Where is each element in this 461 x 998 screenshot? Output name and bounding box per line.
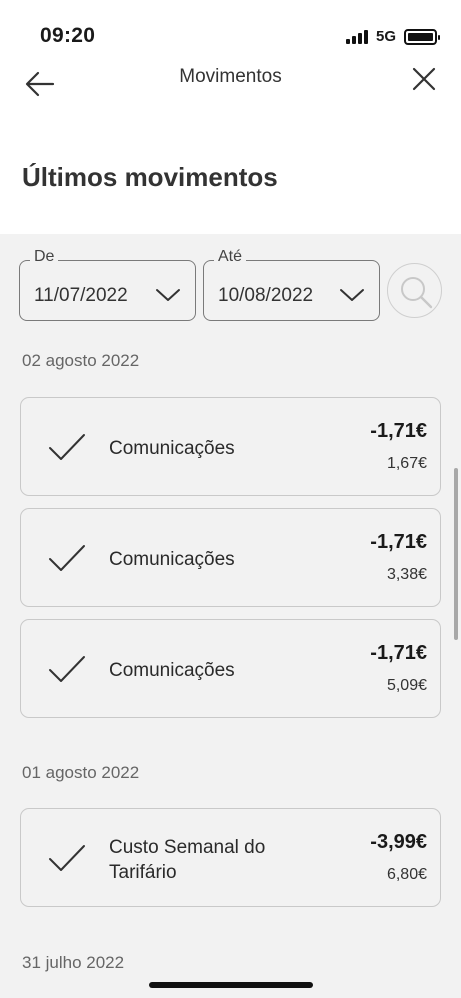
transaction-balance: 1,67€ xyxy=(386,455,427,472)
page-title: Últimos movimentos xyxy=(22,162,278,192)
nav-title: Movimentos xyxy=(179,66,282,87)
transaction-balance: 6,80€ xyxy=(386,866,427,883)
search-icon xyxy=(401,277,433,309)
date-from-label: De xyxy=(30,248,59,266)
transaction-balance: 5,09€ xyxy=(386,677,427,694)
date-to-field[interactable]: Até 10/08/2022 xyxy=(203,248,380,321)
transaction-description: Custo Semanal do Tarifário xyxy=(109,835,265,885)
status-time: 09:20 xyxy=(40,24,96,47)
scrollbar[interactable] xyxy=(454,468,458,640)
status-bar: 09:20 5G xyxy=(0,0,461,60)
transaction-amount: -1,71€ xyxy=(370,642,427,664)
home-indicator[interactable] xyxy=(149,982,313,988)
transaction-amount: -3,99€ xyxy=(370,831,427,853)
transaction-description: Comunicações xyxy=(109,549,235,570)
signal-icon xyxy=(345,29,368,44)
date-from-value: 11/07/2022 xyxy=(34,285,128,306)
transaction-amount: -1,71€ xyxy=(370,531,427,553)
battery-icon xyxy=(404,28,440,45)
transaction-amount: -1,71€ xyxy=(370,420,427,442)
date-to-value: 10/08/2022 xyxy=(218,285,314,306)
transaction-item[interactable]: Comunicações -1,71€ 5,09€ xyxy=(20,619,441,718)
transaction-item[interactable]: Comunicações -1,71€ 3,38€ xyxy=(20,508,441,607)
chevron-down-icon xyxy=(340,289,364,301)
transaction-description-line2: Tarifário xyxy=(109,862,177,883)
search-button[interactable] xyxy=(387,263,442,318)
date-group-header: 01 agosto 2022 xyxy=(22,763,140,782)
transaction-balance: 3,38€ xyxy=(386,566,427,583)
transaction-description-line1: Custo Semanal do xyxy=(109,837,266,858)
check-icon xyxy=(49,656,85,682)
close-button[interactable] xyxy=(407,62,441,96)
check-icon xyxy=(49,545,85,571)
network-type: 5G xyxy=(375,28,396,45)
check-icon xyxy=(49,434,85,460)
date-group-header: 31 julho 2022 xyxy=(22,953,125,972)
date-from-field[interactable]: De 11/07/2022 xyxy=(19,248,196,321)
transaction-item[interactable]: Custo Semanal do Tarifário -3,99€ 6,80€ xyxy=(20,808,441,907)
transaction-description: Comunicações xyxy=(109,660,235,681)
check-icon xyxy=(49,845,85,871)
header-area: 09:20 5G Movimentos Últimos movimentos xyxy=(0,0,461,234)
close-icon xyxy=(412,67,436,91)
date-group-header: 02 agosto 2022 xyxy=(22,351,140,370)
transaction-description: Comunicações xyxy=(109,438,235,459)
nav-bar: Movimentos xyxy=(0,56,461,110)
date-to-label: Até xyxy=(214,248,247,266)
chevron-down-icon xyxy=(156,289,180,301)
transaction-item[interactable]: Comunicações -1,71€ 1,67€ xyxy=(20,397,441,496)
status-indicators: 5G xyxy=(345,28,440,45)
